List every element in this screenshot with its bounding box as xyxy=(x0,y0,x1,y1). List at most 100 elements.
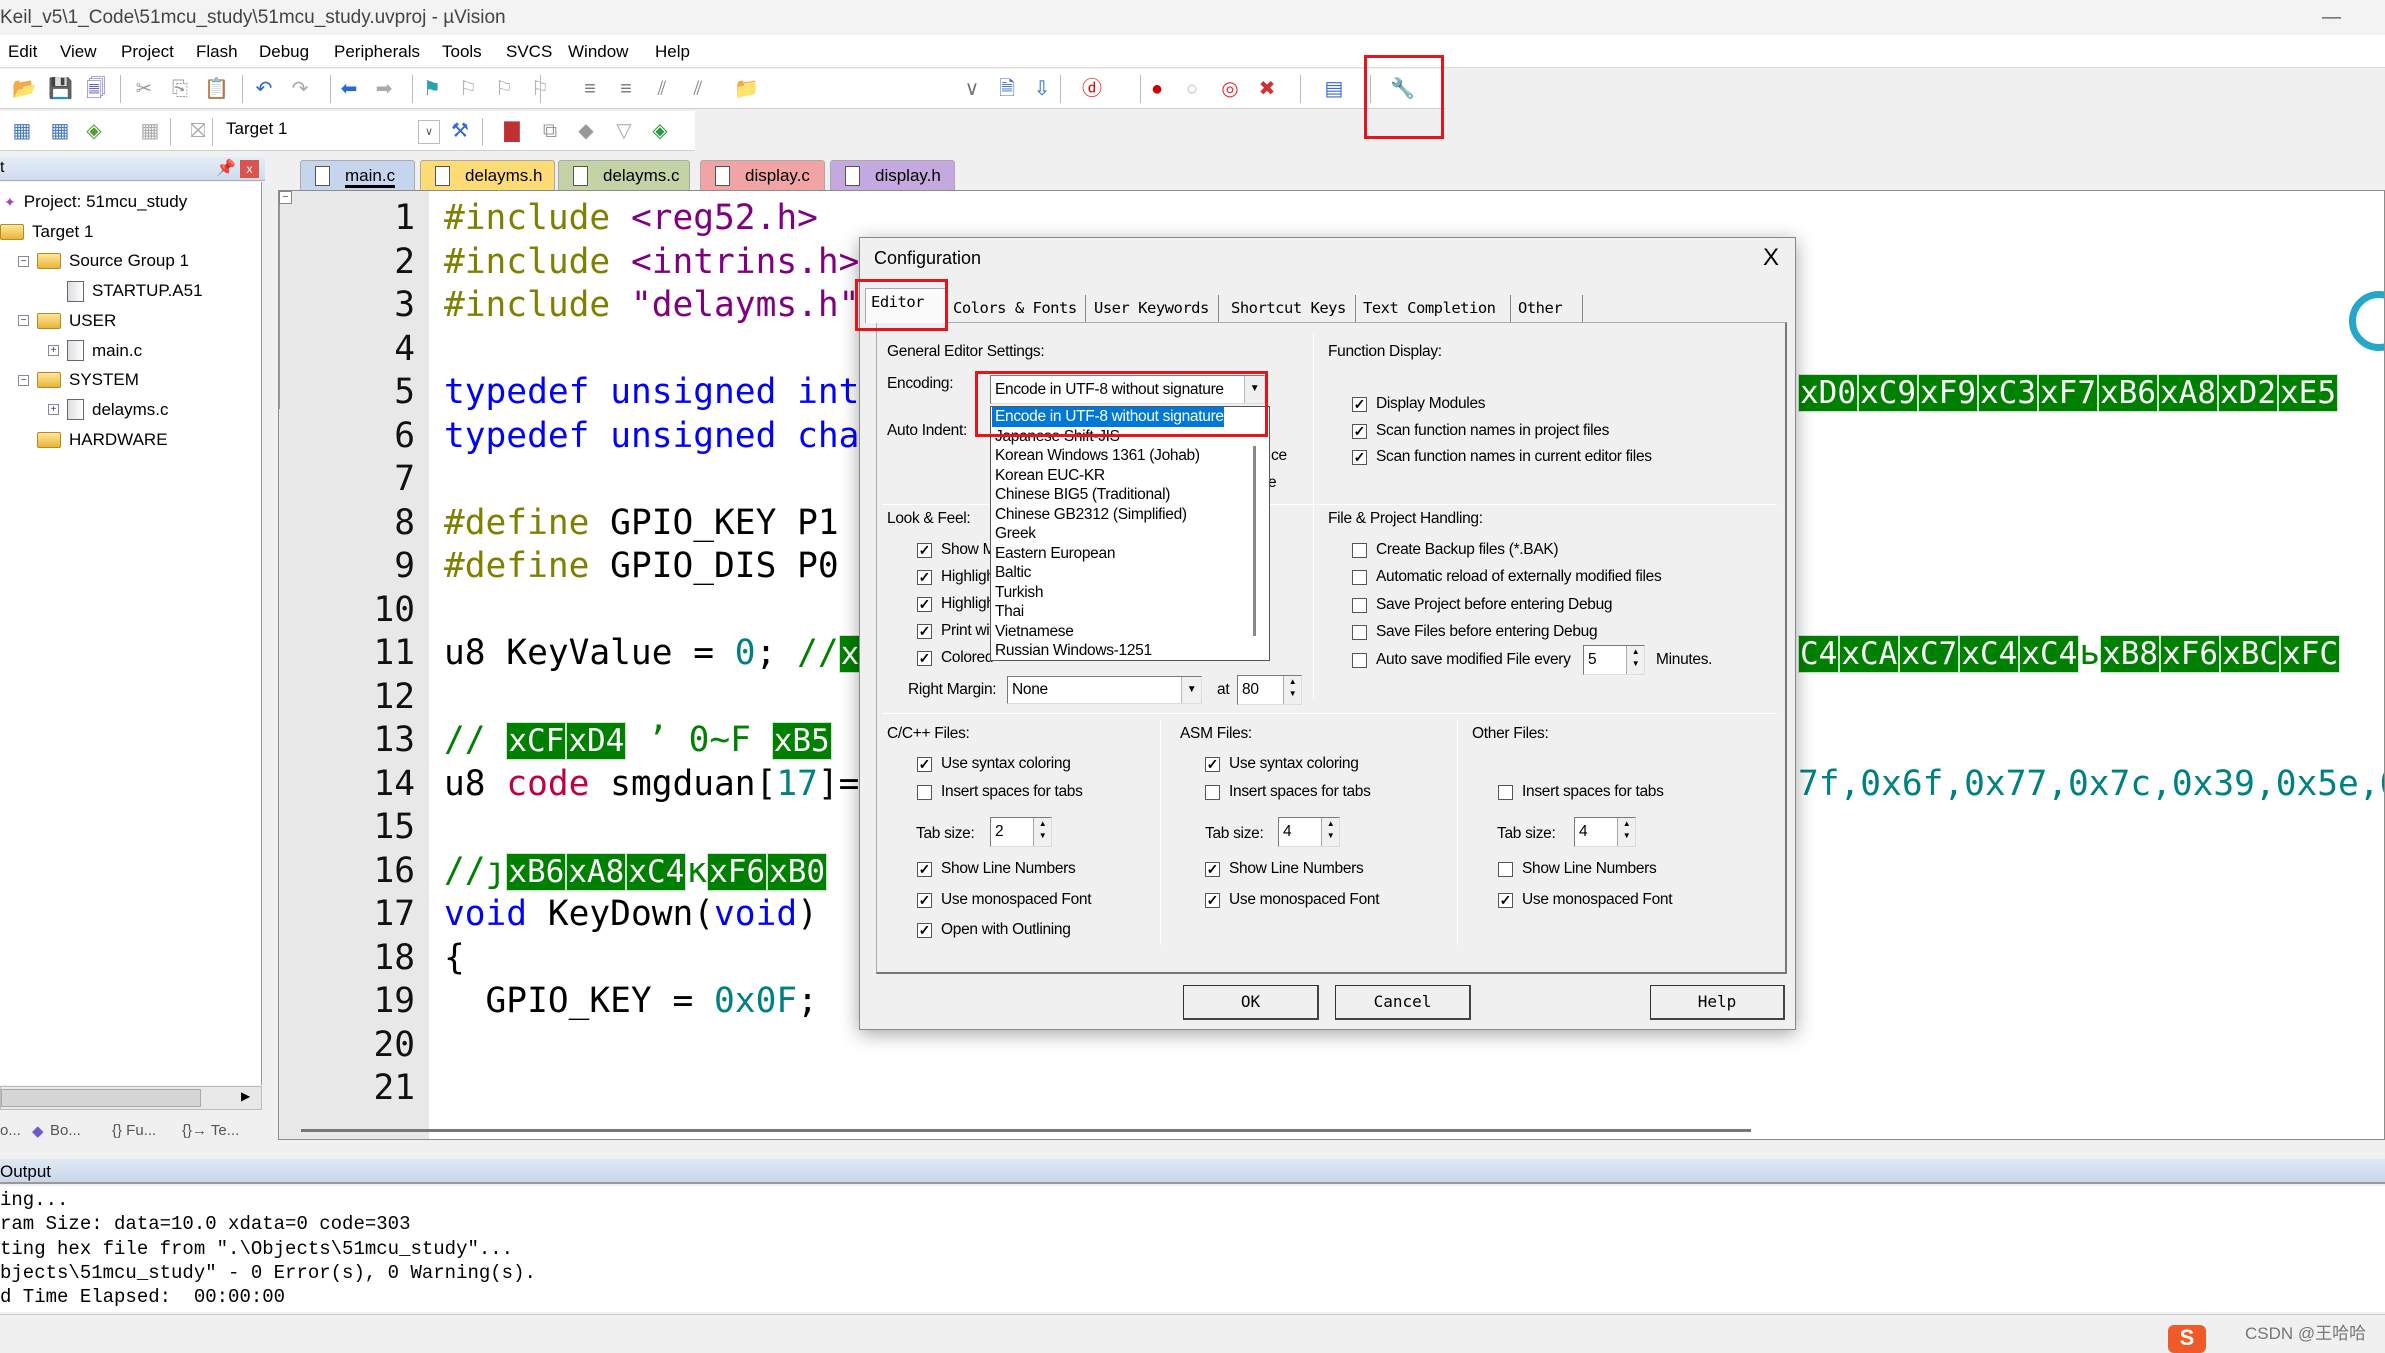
close-dialog-button[interactable]: X xyxy=(1758,244,1784,272)
encoding-option[interactable]: Chinese BIG5 (Traditional) xyxy=(992,485,1170,505)
other-monospaced[interactable]: ✓ Use monospaced Font xyxy=(1498,890,1673,910)
asm-monospaced[interactable]: ✓ Use monospaced Font xyxy=(1205,890,1380,910)
asm-syntax-coloring[interactable]: ✓ Use syntax coloring xyxy=(1205,754,1359,774)
tree-item-delayms-c[interactable]: + delayms.c xyxy=(48,397,169,423)
checkbox-unchecked[interactable] xyxy=(1352,652,1367,668)
tab-text-completion[interactable]: Text Completion xyxy=(1358,295,1511,322)
spin-arrows-icon[interactable]: ▲ ▼ xyxy=(1617,818,1635,846)
prev-bookmark-icon[interactable]: ⚐ xyxy=(456,77,480,101)
debug-session-icon[interactable]: ⓓ xyxy=(1080,77,1104,101)
save-icon[interactable]: 💾 xyxy=(48,77,73,101)
close-panel-icon[interactable]: x xyxy=(240,160,259,178)
tab-main-c[interactable]: main.c xyxy=(300,160,415,190)
scroll-right-icon[interactable]: ▶ xyxy=(241,1089,250,1103)
checkbox-checked[interactable]: ✓ xyxy=(1498,892,1513,908)
checkbox-checked[interactable]: ✓ xyxy=(917,569,932,585)
select-packs-icon[interactable]: ◆ xyxy=(574,119,598,143)
tree-item-project-51mcu-study[interactable]: ✦ Project: 51mcu_study xyxy=(4,189,187,215)
checkbox-checked[interactable]: ✓ xyxy=(917,623,932,639)
checkbox-unchecked[interactable] xyxy=(917,784,932,800)
other-line-numbers[interactable]: Show Line Numbers xyxy=(1498,859,1657,879)
spin-arrows-icon[interactable]: ▲ ▼ xyxy=(1321,818,1339,846)
menu-view[interactable]: View xyxy=(60,35,97,68)
expand-icon[interactable]: + xyxy=(48,404,59,416)
tab-colors-fonts[interactable]: Colors & Fonts xyxy=(948,295,1086,322)
look-feel-option[interactable]: ✓ Highligh xyxy=(917,594,995,614)
find-combo[interactable]: ∨ xyxy=(960,77,984,101)
checkbox-unchecked[interactable] xyxy=(1352,624,1367,640)
stop-build-icon[interactable]: ⛝ xyxy=(186,119,210,143)
tab-project[interactable]: o... xyxy=(0,1122,21,1139)
look-feel-option[interactable]: ✓ Show M xyxy=(917,540,996,560)
checkbox-checked[interactable]: ✓ xyxy=(917,892,932,908)
expand-icon[interactable]: + xyxy=(48,345,59,356)
help-button[interactable]: Help xyxy=(1650,985,1785,1020)
tree-item-source-group-1[interactable]: − Source Group 1 xyxy=(18,248,189,274)
right-margin-column-stepper[interactable]: 80 ▲ ▼ xyxy=(1237,675,1302,705)
tree-item-main-c[interactable]: + main.c xyxy=(48,338,142,364)
tree-item-user[interactable]: − USER xyxy=(18,308,116,334)
file-project-option[interactable]: Automatic reload of externally modified … xyxy=(1352,567,1662,587)
menu-window[interactable]: Window xyxy=(568,35,628,68)
find-in-files-icon[interactable]: 📁 xyxy=(734,77,759,101)
tab-size-stepper[interactable]: 4 ▲ ▼ xyxy=(1278,817,1340,847)
copy-icon[interactable]: ⎘ xyxy=(168,77,192,101)
checkbox-checked[interactable]: ✓ xyxy=(1205,861,1220,877)
build-icon[interactable]: ▦ xyxy=(48,119,72,143)
open-icon[interactable]: 📂 xyxy=(12,77,37,101)
tree-item-target-1[interactable]: Target 1 xyxy=(0,219,93,245)
asm-insert-spaces[interactable]: Insert spaces for tabs xyxy=(1205,782,1371,802)
encoding-option[interactable]: Russian Windows-1251 xyxy=(992,641,1152,660)
uncomment-icon[interactable]: ⫽ xyxy=(686,77,710,101)
tree-item-system[interactable]: − SYSTEM xyxy=(18,367,139,393)
encoding-option[interactable]: Turkish xyxy=(992,583,1043,603)
spin-arrows-icon[interactable]: ▲ ▼ xyxy=(1033,818,1051,846)
tab-books[interactable]: Bo... xyxy=(50,1122,81,1139)
tab-delayms-c[interactable]: delayms.c xyxy=(558,160,690,190)
save-all-icon[interactable]: 🗐 xyxy=(84,77,108,101)
tree-hscrollbar[interactable]: ▶ xyxy=(0,1086,262,1110)
incremental-find-icon[interactable]: 🗎 xyxy=(995,77,1019,101)
checkbox-checked[interactable]: ✓ xyxy=(1352,396,1367,412)
encoding-option[interactable]: Baltic xyxy=(992,563,1031,583)
look-feel-option[interactable]: ✓ Colored xyxy=(917,648,993,668)
checkbox-checked[interactable]: ✓ xyxy=(917,861,932,877)
next-bookmark-icon[interactable]: ⚐ xyxy=(492,77,516,101)
minimize-button[interactable]: — xyxy=(2322,0,2341,35)
spin-arrows-icon[interactable]: ▲ ▼ xyxy=(1626,646,1644,674)
encoding-option[interactable]: Korean Windows 1361 (Johab) xyxy=(992,446,1200,466)
checkbox-checked[interactable]: ✓ xyxy=(917,650,932,666)
menu-debug[interactable]: Debug xyxy=(259,35,309,68)
spin-arrows-icon[interactable]: ▲ ▼ xyxy=(1283,676,1301,704)
menu-help[interactable]: Help xyxy=(655,35,690,68)
menu-edit[interactable]: Edit xyxy=(8,35,37,68)
window-layout-icon[interactable]: ▤ xyxy=(1322,77,1346,101)
asm-line-numbers[interactable]: ✓ Show Line Numbers xyxy=(1205,859,1364,879)
target-select[interactable]: Target 1 xyxy=(226,119,287,139)
function-display-option[interactable]: ✓ Display Modules xyxy=(1352,394,1486,414)
editor-hscrollbar[interactable] xyxy=(301,1129,1751,1132)
breakpoint-insert-icon[interactable]: ● xyxy=(1145,77,1169,101)
manage-rte-icon[interactable]: ◈ xyxy=(648,119,672,143)
function-display-option[interactable]: ✓ Scan function names in current editor f… xyxy=(1352,447,1652,467)
tab-other[interactable]: Other xyxy=(1513,295,1583,322)
encoding-option[interactable]: Chinese GB2312 (Simplified) xyxy=(992,505,1187,525)
cut-icon[interactable]: ✂ xyxy=(132,77,156,101)
function-display-option[interactable]: ✓ Scan function names in project files xyxy=(1352,421,1609,441)
checkbox-checked[interactable]: ✓ xyxy=(917,922,932,938)
find-icon[interactable]: ⇩ xyxy=(1030,77,1054,101)
paste-icon[interactable]: 📋 xyxy=(204,77,229,101)
pack-installer-icon[interactable]: ▽ xyxy=(612,119,636,143)
bookmark-icon[interactable]: ⚑ xyxy=(420,77,444,101)
file-project-option[interactable]: Save Files before entering Debug xyxy=(1352,622,1598,642)
collapse-icon[interactable]: − xyxy=(18,255,29,267)
fold-collapse-icon[interactable]: − xyxy=(279,191,292,204)
menu-tools[interactable]: Tools xyxy=(442,35,482,68)
breakpoint-disable-icon[interactable]: ○ xyxy=(1180,77,1204,101)
nav-forward-icon[interactable]: ➡ xyxy=(372,77,396,101)
cancel-button[interactable]: Cancel xyxy=(1335,985,1471,1020)
tab-display-c[interactable]: display.c xyxy=(700,160,825,190)
checkbox-checked[interactable]: ✓ xyxy=(1205,892,1220,908)
load-icon[interactable]: ⚒ xyxy=(448,119,472,143)
redo-icon[interactable]: ↷ xyxy=(288,77,312,101)
